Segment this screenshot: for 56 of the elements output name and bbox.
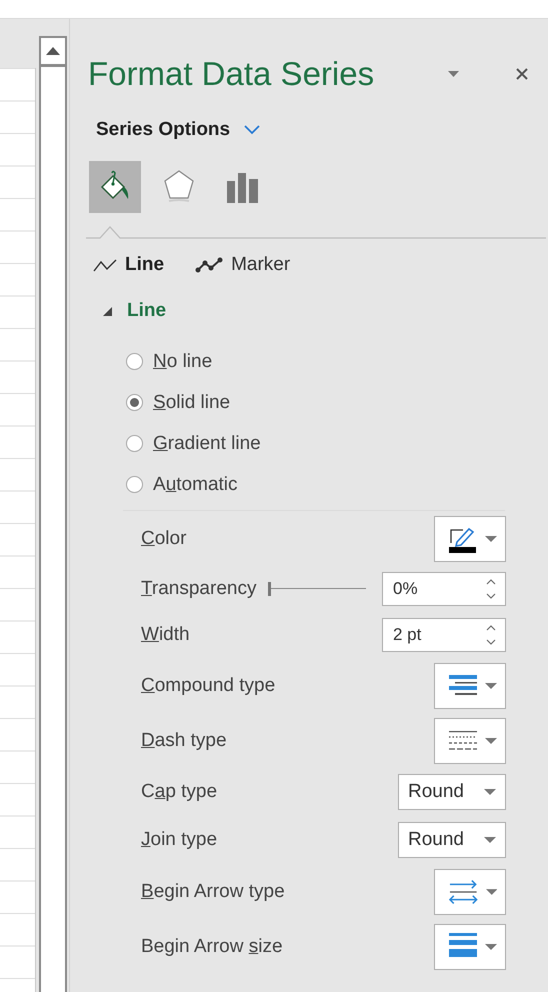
property-label: Compound type — [141, 674, 276, 696]
color-picker-button[interactable] — [434, 516, 506, 562]
up-arrow-icon — [46, 47, 60, 55]
dropdown[interactable]: Round — [398, 774, 506, 810]
caret-icon — [485, 738, 497, 744]
radio-button[interactable] — [126, 435, 143, 452]
radio-label[interactable]: No line — [153, 350, 212, 372]
series-options-dropdown[interactable]: Series Options — [94, 107, 262, 153]
scrollbar-track[interactable] — [39, 36, 67, 992]
radio-button[interactable] — [126, 476, 143, 493]
caret-icon — [485, 536, 497, 542]
caret-icon — [485, 682, 497, 688]
spinner-icon[interactable] — [486, 578, 496, 600]
transparency-slider[interactable] — [268, 582, 366, 596]
radio-button[interactable] — [126, 353, 143, 370]
property-label: Width — [141, 624, 190, 646]
line-tab[interactable]: Line — [90, 247, 188, 283]
radio-button[interactable] — [126, 394, 143, 411]
caret-icon — [484, 837, 496, 843]
slider-thumb[interactable] — [268, 582, 272, 596]
spin-field[interactable]: 2 pt — [382, 618, 506, 652]
marker-tab[interactable]: Marker — [192, 247, 300, 283]
chevron-down-icon — [244, 125, 260, 135]
marker-line-icon — [195, 257, 224, 273]
property-label: Cap type — [141, 781, 218, 803]
fill-tab[interactable] — [89, 161, 141, 213]
expanded-triangle-icon — [103, 306, 112, 316]
radio-label[interactable]: Solid line — [153, 392, 230, 414]
panel-title: Format Data Series — [88, 55, 374, 93]
arrow-type-picker-button[interactable] — [434, 868, 506, 914]
spin-field[interactable]: 0% — [382, 572, 506, 606]
caret-icon — [485, 944, 497, 950]
property-label: Join type — [141, 829, 218, 851]
close-icon[interactable] — [516, 68, 528, 80]
spinner-icon[interactable] — [486, 624, 496, 646]
dropdown[interactable]: Round — [398, 822, 506, 858]
property-label: Dash type — [141, 730, 227, 752]
bar-chart-icon — [227, 171, 259, 203]
property-label: Begin Arrow type — [141, 880, 285, 902]
compound-picker-button[interactable] — [434, 662, 506, 708]
line-icon — [93, 258, 117, 272]
radio-label[interactable]: Automatic — [153, 474, 238, 496]
caret-icon — [486, 888, 497, 894]
property-label: Color — [141, 528, 186, 550]
line-section-header[interactable]: Line — [100, 293, 170, 329]
property-label: Transparency — [141, 578, 256, 600]
arrows-icon — [449, 878, 478, 904]
dash-lines-icon — [449, 730, 477, 752]
dash-picker-button[interactable] — [434, 718, 506, 764]
radio-label[interactable]: Gradient line — [153, 432, 261, 454]
caret-icon[interactable] — [448, 71, 459, 77]
compound-lines-icon — [449, 674, 477, 696]
pentagon-icon — [162, 169, 196, 205]
property-label: Begin Arrow size — [141, 936, 283, 958]
arrow-size-picker-button[interactable] — [434, 924, 506, 970]
caret-icon — [484, 789, 496, 795]
